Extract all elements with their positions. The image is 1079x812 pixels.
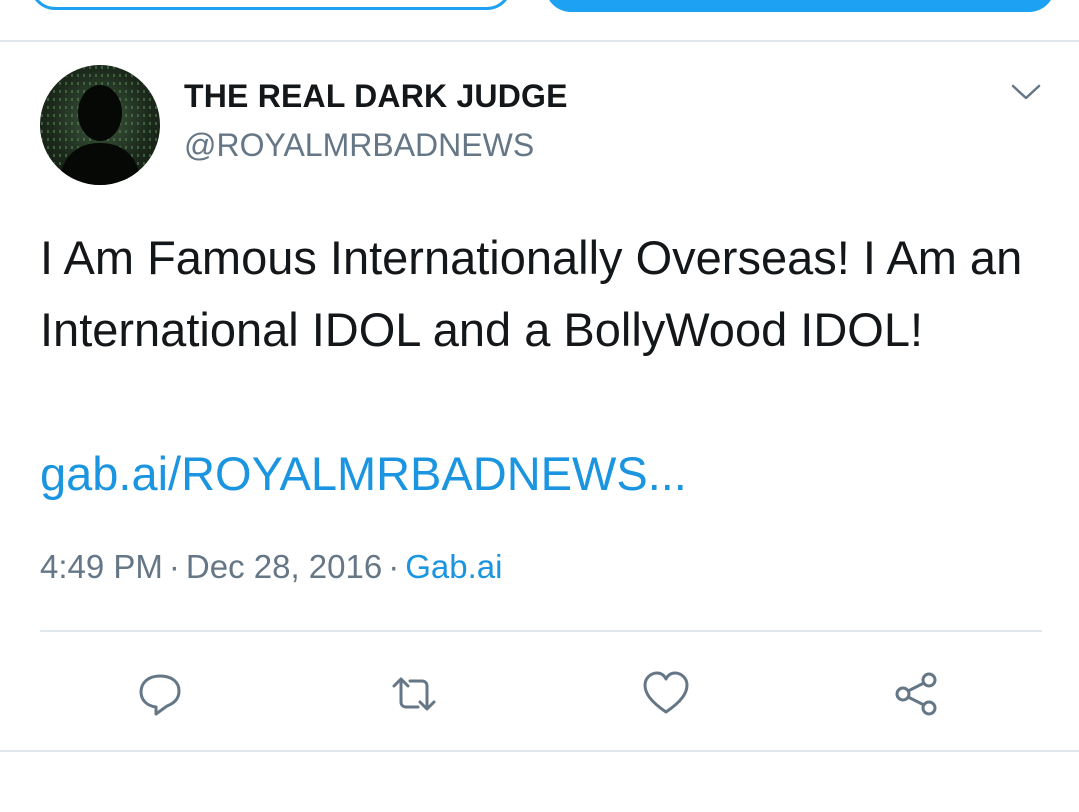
share-icon [895,672,937,716]
avatar[interactable] [40,65,160,185]
top-outline-button[interactable] [30,0,512,10]
tweet-source-link[interactable]: Gab.ai [405,548,502,585]
divider [0,750,1079,752]
retweet-button[interactable] [388,668,440,720]
meta-separator: · [388,548,400,585]
top-filled-button[interactable] [545,0,1055,12]
display-name[interactable]: THE REAL DARK JUDGE [184,78,568,115]
tweet-text: I Am Famous Internationally Overseas! I … [40,231,1023,356]
chevron-down-icon[interactable] [1010,82,1042,102]
like-icon [643,671,689,714]
divider [40,630,1042,632]
user-handle[interactable]: @ROYALMRBADNEWS [184,127,534,164]
reply-button[interactable] [134,668,186,720]
tweet-time: 4:49 PM [40,548,163,585]
meta-separator: · [168,548,180,585]
tweet-meta: 4:49 PM · Dec 28, 2016 · Gab.ai [40,548,502,586]
retweet-icon [392,677,436,711]
tweet-link[interactable]: gab.ai/ROYALMRBADNEWS... [40,438,687,510]
share-button[interactable] [891,668,943,720]
reply-icon [139,674,181,716]
tweet-date: Dec 28, 2016 [185,548,383,585]
divider [0,40,1079,42]
silhouette-icon [40,65,160,185]
like-button[interactable] [640,668,692,720]
